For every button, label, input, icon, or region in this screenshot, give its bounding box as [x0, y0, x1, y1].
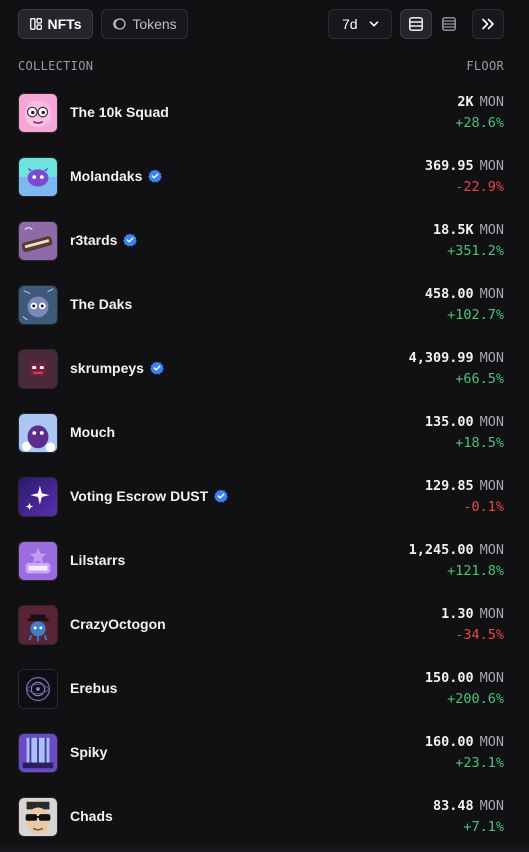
- list-view-button[interactable]: [400, 9, 432, 39]
- column-header-collection[interactable]: COLLECTION: [18, 59, 93, 73]
- period-select[interactable]: 7d: [328, 9, 392, 39]
- price-change: +66.5%: [455, 371, 504, 387]
- list-view-icon: [409, 17, 423, 31]
- floor-price: 83.48 MON: [432, 798, 504, 814]
- table-row[interactable]: Lilstarrs 1,245.00 MON +121.8%: [0, 529, 529, 593]
- table-row[interactable]: Mouch 135.00 MON +18.5%: [0, 401, 529, 465]
- floor-price: 458.00 MON: [424, 286, 504, 302]
- collection-thumbnail: [18, 797, 58, 837]
- price-change: +121.8%: [447, 563, 504, 579]
- collection-thumbnail: [18, 221, 58, 261]
- collection-thumbnail: [18, 477, 58, 517]
- tab-nfts-label: NFTs: [47, 16, 82, 32]
- price-change: +102.7%: [447, 307, 504, 323]
- tab-tokens-label: Tokens: [132, 16, 177, 32]
- price-change: -34.5%: [455, 627, 504, 643]
- collection-name: Erebus: [70, 680, 118, 696]
- table-header: COLLECTION FLOOR: [18, 59, 504, 75]
- collection-thumbnail: [18, 285, 58, 325]
- table-row[interactable]: CrazyOctogon 1.30 MON -34.5%: [0, 593, 529, 657]
- tab-tokens[interactable]: Tokens: [101, 9, 188, 39]
- coins-icon: [112, 18, 126, 30]
- top-toolbar: NFTs Tokens 7d: [0, 0, 529, 50]
- table-row[interactable]: The 10k Squad 2K MON +28.6%: [0, 81, 529, 145]
- compact-view-button[interactable]: [433, 9, 465, 39]
- table-row[interactable]: The Daks 458.00 MON +102.7%: [0, 273, 529, 337]
- collection-name: Chads: [70, 808, 113, 824]
- floor-price: 129.85 MON: [424, 478, 504, 494]
- chevron-down-icon: [369, 19, 379, 29]
- collection-name: The Daks: [70, 296, 133, 312]
- collection-name: Lilstarrs: [70, 552, 126, 568]
- floor-price: 160.00 MON: [424, 734, 504, 750]
- double-chevron-right-icon: [481, 18, 495, 30]
- table-row[interactable]: skrumpeys 4,309.99 MON +66.5%: [0, 337, 529, 401]
- collection-thumbnail: [18, 349, 58, 389]
- floor-price: 4,309.99 MON: [408, 350, 504, 366]
- collection-name: skrumpeys: [70, 360, 164, 376]
- collection-name: Mouch: [70, 424, 116, 440]
- collection-name: Molandaks: [70, 168, 163, 184]
- collection-name: CrazyOctogon: [70, 616, 166, 632]
- compact-view-icon: [442, 17, 456, 31]
- column-header-floor[interactable]: FLOOR: [466, 59, 504, 73]
- table-row[interactable]: Spiky 160.00 MON +23.1%: [0, 721, 529, 785]
- table-row[interactable]: Erebus 150.00 MON +200.6%: [0, 657, 529, 721]
- price-change: +351.2%: [447, 243, 504, 259]
- table-row[interactable]: Chads 83.48 MON +7.1%: [0, 785, 529, 849]
- floor-price: 1.30 MON: [441, 606, 504, 622]
- floor-price: 135.00 MON: [424, 414, 504, 430]
- price-change: +23.1%: [455, 755, 504, 771]
- collection-thumbnail: [18, 413, 58, 453]
- collection-list: The 10k Squad 2K MON +28.6% Molandaks 369…: [0, 81, 529, 849]
- collection-thumbnail: [18, 157, 58, 197]
- collection-name: Voting Escrow DUST: [70, 488, 229, 504]
- collection-thumbnail: [18, 733, 58, 773]
- floor-price: 2K MON: [457, 94, 504, 110]
- collection-name: The 10k Squad: [70, 104, 169, 120]
- collection-thumbnail: [18, 541, 58, 581]
- verified-badge-icon: [214, 489, 229, 503]
- price-change: +7.1%: [463, 819, 504, 835]
- tab-nfts[interactable]: NFTs: [18, 9, 93, 39]
- floor-price: 1,245.00 MON: [408, 542, 504, 558]
- collection-name: r3tards: [70, 232, 138, 248]
- table-row[interactable]: r3tards 18.5K MON +351.2%: [0, 209, 529, 273]
- price-change: +18.5%: [455, 435, 504, 451]
- bottom-edge: [0, 844, 529, 852]
- collection-name: Spiky: [70, 744, 108, 760]
- table-row[interactable]: Molandaks 369.95 MON -22.9%: [0, 145, 529, 209]
- collection-thumbnail: [18, 605, 58, 645]
- price-change: +28.6%: [455, 115, 504, 131]
- collection-thumbnail: [18, 93, 58, 133]
- price-change: +200.6%: [447, 691, 504, 707]
- floor-price: 18.5K MON: [432, 222, 504, 238]
- period-value: 7d: [342, 16, 358, 32]
- floor-price: 369.95 MON: [424, 158, 504, 174]
- verified-badge-icon: [123, 233, 138, 247]
- expand-button[interactable]: [472, 9, 504, 39]
- collection-thumbnail: [18, 669, 58, 709]
- floor-price: 150.00 MON: [424, 670, 504, 686]
- price-change: -0.1%: [463, 499, 504, 515]
- verified-badge-icon: [150, 361, 164, 375]
- table-row[interactable]: Voting Escrow DUST 129.85 MON -0.1%: [0, 465, 529, 529]
- verified-badge-icon: [148, 169, 163, 183]
- price-change: -22.9%: [455, 179, 504, 195]
- grid-icon: [29, 18, 42, 30]
